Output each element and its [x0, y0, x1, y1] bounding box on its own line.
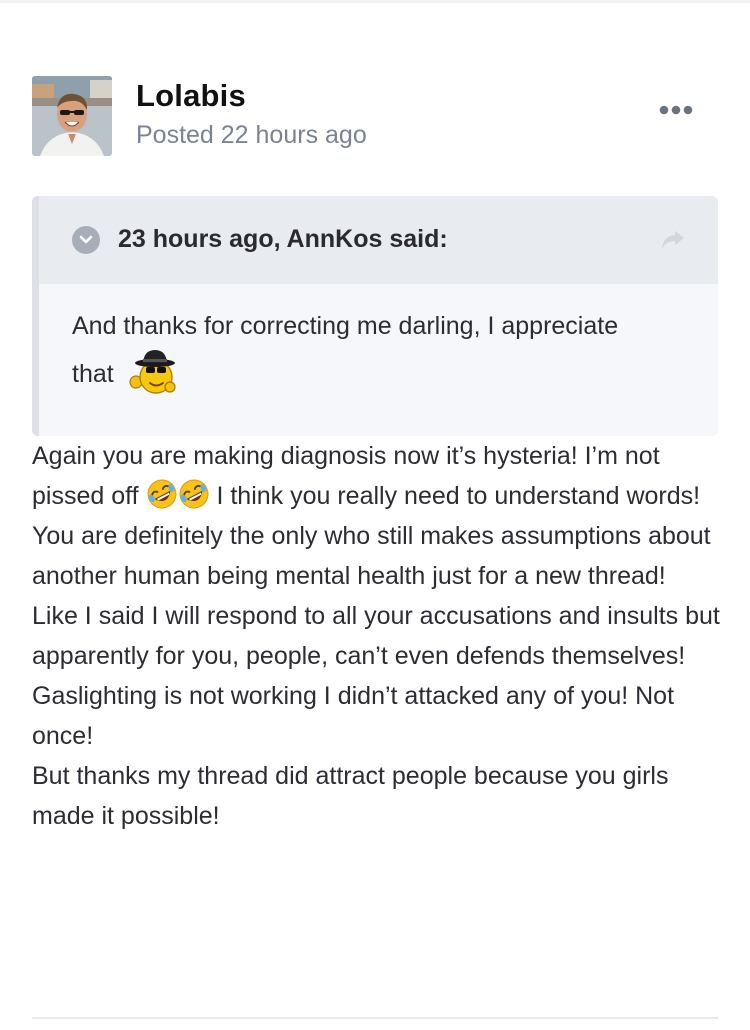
author-name[interactable]: Lolabis: [136, 78, 246, 114]
quote-share-button[interactable]: [660, 229, 686, 251]
share-arrow-icon: [662, 231, 684, 249]
quote-block: 23 hours ago, AnnKos said: And thanks fo…: [32, 196, 718, 436]
post-divider: [32, 1017, 718, 1019]
paragraph: Like I said I will respond to all your a…: [32, 602, 720, 750]
spy-smiley-emoji: [126, 346, 182, 396]
paragraph: You are definitely the only who still ma…: [32, 522, 711, 590]
forum-post: Lolabis Posted 22 hours ago 23 hours ago…: [32, 0, 720, 1030]
paragraph-text: I think you really need to understand wo…: [209, 482, 701, 510]
quote-citation: 23 hours ago, AnnKos said:: [118, 225, 448, 253]
paragraph: But thanks my thread did attract people …: [32, 762, 669, 830]
quote-line-1: And thanks for correcting me darling, I …: [72, 312, 619, 340]
quote-line-2: that: [72, 360, 114, 388]
post-timestamp[interactable]: Posted 22 hours ago: [136, 121, 367, 150]
paragraph: Again you are making diagnosis now it’s …: [32, 436, 722, 516]
quote-accent-bar: [32, 196, 39, 436]
rolling-on-floor-laughing-emoji: [178, 478, 210, 510]
avatar[interactable]: [32, 76, 112, 156]
quote-toggle-button[interactable]: [72, 226, 100, 254]
quote-text: And thanks for correcting me darling, I …: [72, 302, 692, 400]
post-menu-button[interactable]: [656, 96, 696, 124]
ellipsis-icon: [659, 105, 693, 115]
rolling-on-floor-laughing-emoji: [146, 478, 178, 510]
quote-line-2-wrapper: that: [72, 350, 692, 400]
post-body: Again you are making diagnosis now it’s …: [32, 436, 722, 836]
chevron-down-icon: [79, 235, 93, 244]
avatar-image: [32, 76, 112, 156]
